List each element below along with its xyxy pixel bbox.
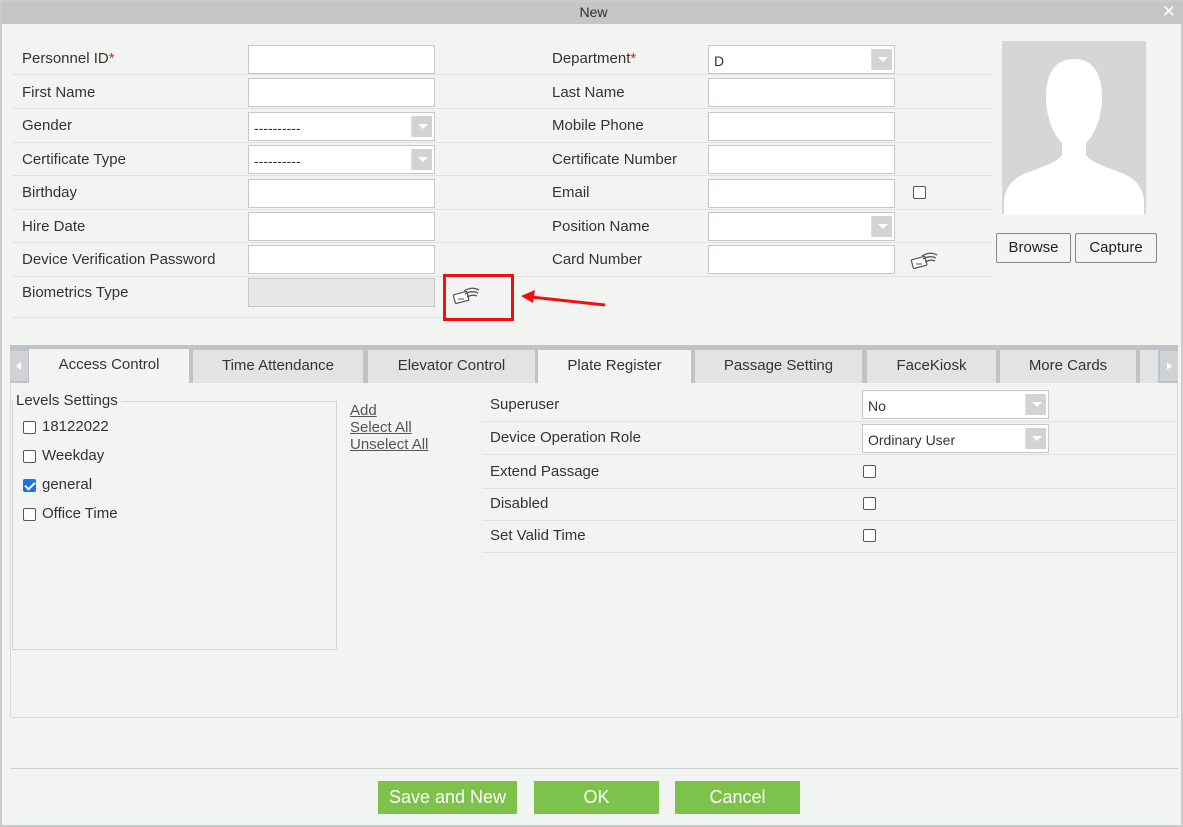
select-all-link[interactable]: Select All xyxy=(350,419,412,436)
email-input[interactable] xyxy=(708,179,895,208)
superuser-value: No xyxy=(868,398,886,414)
biometrics-type-input xyxy=(248,278,435,307)
department-value: D xyxy=(714,53,725,69)
chevron-down-icon[interactable] xyxy=(1025,428,1046,449)
mobile-phone-label: Mobile Phone xyxy=(552,117,644,134)
personnel-id-label: Personnel ID* xyxy=(22,50,115,67)
dialog-titlebar: New ✕ xyxy=(2,2,1183,24)
gender-select[interactable]: ---------- xyxy=(248,112,435,141)
birthday-label: Birthday xyxy=(22,184,78,201)
tab-more-cards[interactable]: More Cards xyxy=(1000,350,1136,383)
personnel-id-input[interactable] xyxy=(248,45,435,74)
certificate-number-input[interactable] xyxy=(708,145,895,174)
level-checkbox[interactable] xyxy=(23,508,36,521)
levels-settings-box xyxy=(12,401,337,650)
arrow-left-icon[interactable] xyxy=(10,351,28,381)
level-label: Weekday xyxy=(42,447,105,464)
save-and-new-button[interactable]: Save and New xyxy=(378,781,517,814)
fingerprint-card-icon[interactable] xyxy=(910,250,940,274)
tab-time-attendance[interactable]: Time Attendance xyxy=(193,350,363,383)
disabled-label: Disabled xyxy=(490,495,549,512)
level-label: general xyxy=(42,476,93,493)
level-label: 18122022 xyxy=(42,418,109,435)
unselect-all-link[interactable]: Unselect All xyxy=(350,436,428,453)
set-valid-time-checkbox[interactable] xyxy=(863,529,876,542)
chevron-down-icon[interactable] xyxy=(411,116,432,137)
ok-button[interactable]: OK xyxy=(534,781,659,814)
superuser-select[interactable]: No xyxy=(862,390,1049,419)
cancel-button[interactable]: Cancel xyxy=(675,781,800,814)
levels-settings-title: Levels Settings xyxy=(14,392,121,409)
hire-date-label: Hire Date xyxy=(22,218,86,235)
gender-label: Gender xyxy=(22,117,73,134)
card-number-label: Card Number xyxy=(552,251,643,268)
level-checkbox[interactable] xyxy=(23,450,36,463)
tab-passage-setting[interactable]: Passage Setting xyxy=(695,350,862,383)
last-name-label: Last Name xyxy=(552,84,625,101)
personnel-photo xyxy=(1002,41,1146,215)
tab-elevator-control[interactable]: Elevator Control xyxy=(368,350,535,383)
superuser-label: Superuser xyxy=(490,396,560,413)
email-label: Email xyxy=(552,184,590,201)
department-label: Department* xyxy=(552,50,637,67)
tab-facekiosk[interactable]: FaceKiosk xyxy=(867,350,996,383)
extend-passage-checkbox[interactable] xyxy=(863,465,876,478)
capture-button[interactable]: Capture xyxy=(1075,233,1157,263)
footer-divider xyxy=(10,768,1178,769)
level-checkbox[interactable] xyxy=(23,421,36,434)
level-label: Office Time xyxy=(42,505,118,522)
device-operation-role-select[interactable]: Ordinary User xyxy=(862,424,1049,453)
first-name-label: First Name xyxy=(22,84,96,101)
disabled-checkbox[interactable] xyxy=(863,497,876,510)
chevron-down-icon[interactable] xyxy=(871,49,892,70)
chevron-down-icon[interactable] xyxy=(411,149,432,170)
hire-date-input[interactable] xyxy=(248,212,435,241)
device-operation-role-label: Device Operation Role xyxy=(490,429,641,446)
certificate-type-label: Certificate Type xyxy=(22,151,126,168)
set-valid-time-label: Set Valid Time xyxy=(490,527,586,544)
fingerprint-card-icon[interactable] xyxy=(452,285,482,309)
certificate-type-select[interactable]: ---------- xyxy=(248,145,435,174)
email-checkbox[interactable] xyxy=(913,186,926,199)
certificate-type-value: ---------- xyxy=(254,153,301,169)
position-name-label: Position Name xyxy=(552,218,650,235)
tab-strip: Access Control Time Attendance Elevator … xyxy=(10,345,1178,384)
device-verification-password-label: Device Verification Password xyxy=(22,251,216,268)
card-number-input[interactable] xyxy=(708,245,895,274)
level-checkbox[interactable] xyxy=(23,479,36,492)
extend-passage-label: Extend Passage xyxy=(490,463,600,480)
dialog-title: New xyxy=(579,4,608,20)
birthday-input[interactable] xyxy=(248,179,435,208)
browse-button[interactable]: Browse xyxy=(996,233,1071,263)
department-select[interactable]: D xyxy=(708,45,895,74)
tab-access-control[interactable]: Access Control xyxy=(29,349,189,384)
certificate-number-label: Certificate Number xyxy=(552,151,678,168)
tab-overflow xyxy=(1140,350,1158,383)
mobile-phone-input[interactable] xyxy=(708,112,895,141)
gender-value: ---------- xyxy=(254,120,301,136)
device-verification-password-input[interactable] xyxy=(248,245,435,274)
chevron-down-icon[interactable] xyxy=(871,216,892,237)
tab-plate-register[interactable]: Plate Register xyxy=(538,350,691,383)
close-icon[interactable]: ✕ xyxy=(1162,2,1176,22)
add-link[interactable]: Add xyxy=(350,402,377,419)
last-name-input[interactable] xyxy=(708,78,895,107)
arrow-right-icon[interactable] xyxy=(1160,351,1178,381)
position-name-select[interactable] xyxy=(708,212,895,241)
biometrics-type-label: Biometrics Type xyxy=(22,284,129,301)
first-name-input[interactable] xyxy=(248,78,435,107)
device-operation-role-value: Ordinary User xyxy=(868,432,956,448)
annotation-arrow xyxy=(521,290,606,307)
avatar-silhouette-icon xyxy=(1004,59,1144,215)
new-personnel-dialog: New ✕ Personnel ID* First Name Gender --… xyxy=(0,0,1183,827)
chevron-down-icon[interactable] xyxy=(1025,394,1046,415)
